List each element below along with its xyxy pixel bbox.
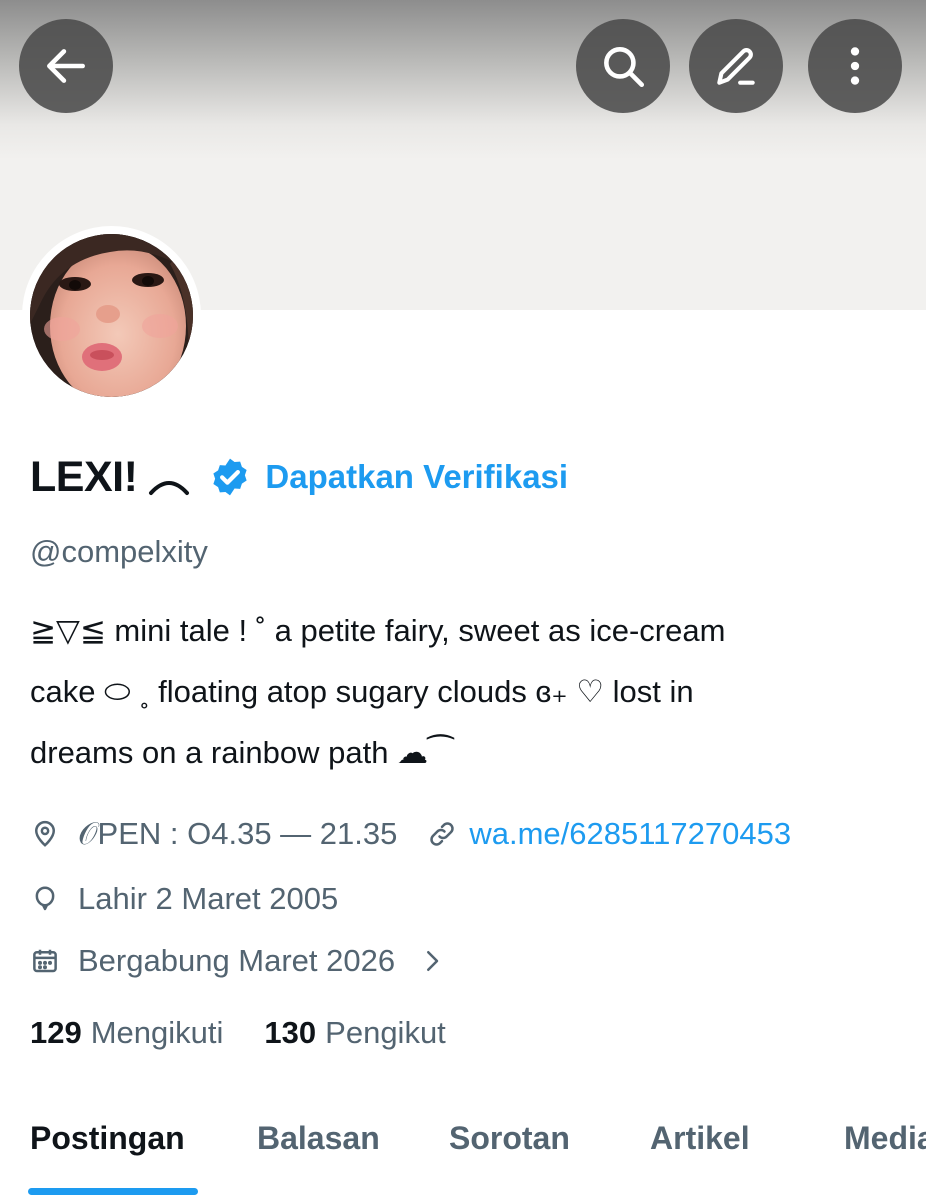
arc-decoration-icon [149, 481, 190, 495]
followers-count: 130 [264, 1015, 317, 1050]
followers-link[interactable]: 130 Pengikut [264, 1015, 445, 1051]
follow-stats: 129 Mengikuti 130 Pengikut [30, 1010, 446, 1056]
avatar[interactable] [30, 234, 193, 397]
followers-label: Pengikut [325, 1015, 446, 1050]
balloon-icon [35, 886, 55, 911]
get-verified-link[interactable]: Dapatkan Verifikasi [265, 458, 568, 496]
tab-highlights[interactable]: Sorotan [449, 1120, 570, 1157]
name-row: LEXI! Dapatkan Verifikasi [30, 449, 568, 505]
bio-line: cake ⬭ ˳ floating atop sugary clouds ɞ₊ … [30, 674, 694, 709]
more-vertical-icon [850, 47, 860, 85]
tab-posts[interactable]: Postingan [30, 1120, 185, 1157]
avatar-photo [30, 234, 193, 397]
more-options-button[interactable] [808, 19, 902, 113]
active-tab-indicator [28, 1188, 198, 1195]
profile-tabs: Postingan Balasan Sorotan Artikel Media [0, 1100, 926, 1200]
location-text: 𝒪PEN : O4.35 — 21.35 [78, 815, 398, 851]
display-name: LEXI! [30, 452, 138, 501]
bio: ≧▽≦ mini tale ! ˚ a petite fairy, sweet … [30, 600, 910, 783]
back-button[interactable] [19, 19, 113, 113]
tab-replies[interactable]: Balasan [257, 1120, 380, 1157]
search-button[interactable] [576, 19, 670, 113]
calendar-icon [33, 949, 57, 973]
user-handle: @compelxity [30, 534, 208, 569]
search-icon [604, 47, 645, 88]
birthday-row: Lahir 2 Maret 2005 [30, 876, 338, 922]
following-label: Mengikuti [90, 1015, 224, 1050]
location-row: 𝒪PEN : O4.35 — 21.35 wa.me/6285117270453 [30, 811, 791, 857]
bio-line: dreams on a rainbow path ☁︎⁀ [30, 735, 453, 770]
back-arrow-icon [47, 49, 85, 83]
edit-pencil-icon [717, 48, 755, 85]
tab-articles[interactable]: Artikel [650, 1120, 750, 1157]
profile-page: LEXI! Dapatkan Verifikasi @compelxity ≧▽… [0, 0, 926, 1200]
chevron-right-icon [427, 951, 439, 971]
link-icon [430, 822, 455, 846]
joined-text: Bergabung Maret 2026 [78, 943, 396, 978]
website-link[interactable]: wa.me/6285117270453 [469, 816, 791, 852]
location-pin-icon [34, 820, 56, 847]
tab-media[interactable]: Media [844, 1120, 926, 1157]
bio-line: ≧▽≦ mini tale ! ˚ a petite fairy, sweet … [30, 613, 726, 648]
edit-button[interactable] [689, 19, 783, 113]
following-link[interactable]: 129 Mengikuti [30, 1015, 223, 1051]
birthday-text: Lahir 2 Maret 2005 [78, 881, 339, 916]
verified-badge-icon[interactable] [209, 456, 251, 498]
following-count: 129 [30, 1015, 82, 1050]
joined-row[interactable]: Bergabung Maret 2026 [30, 938, 447, 984]
